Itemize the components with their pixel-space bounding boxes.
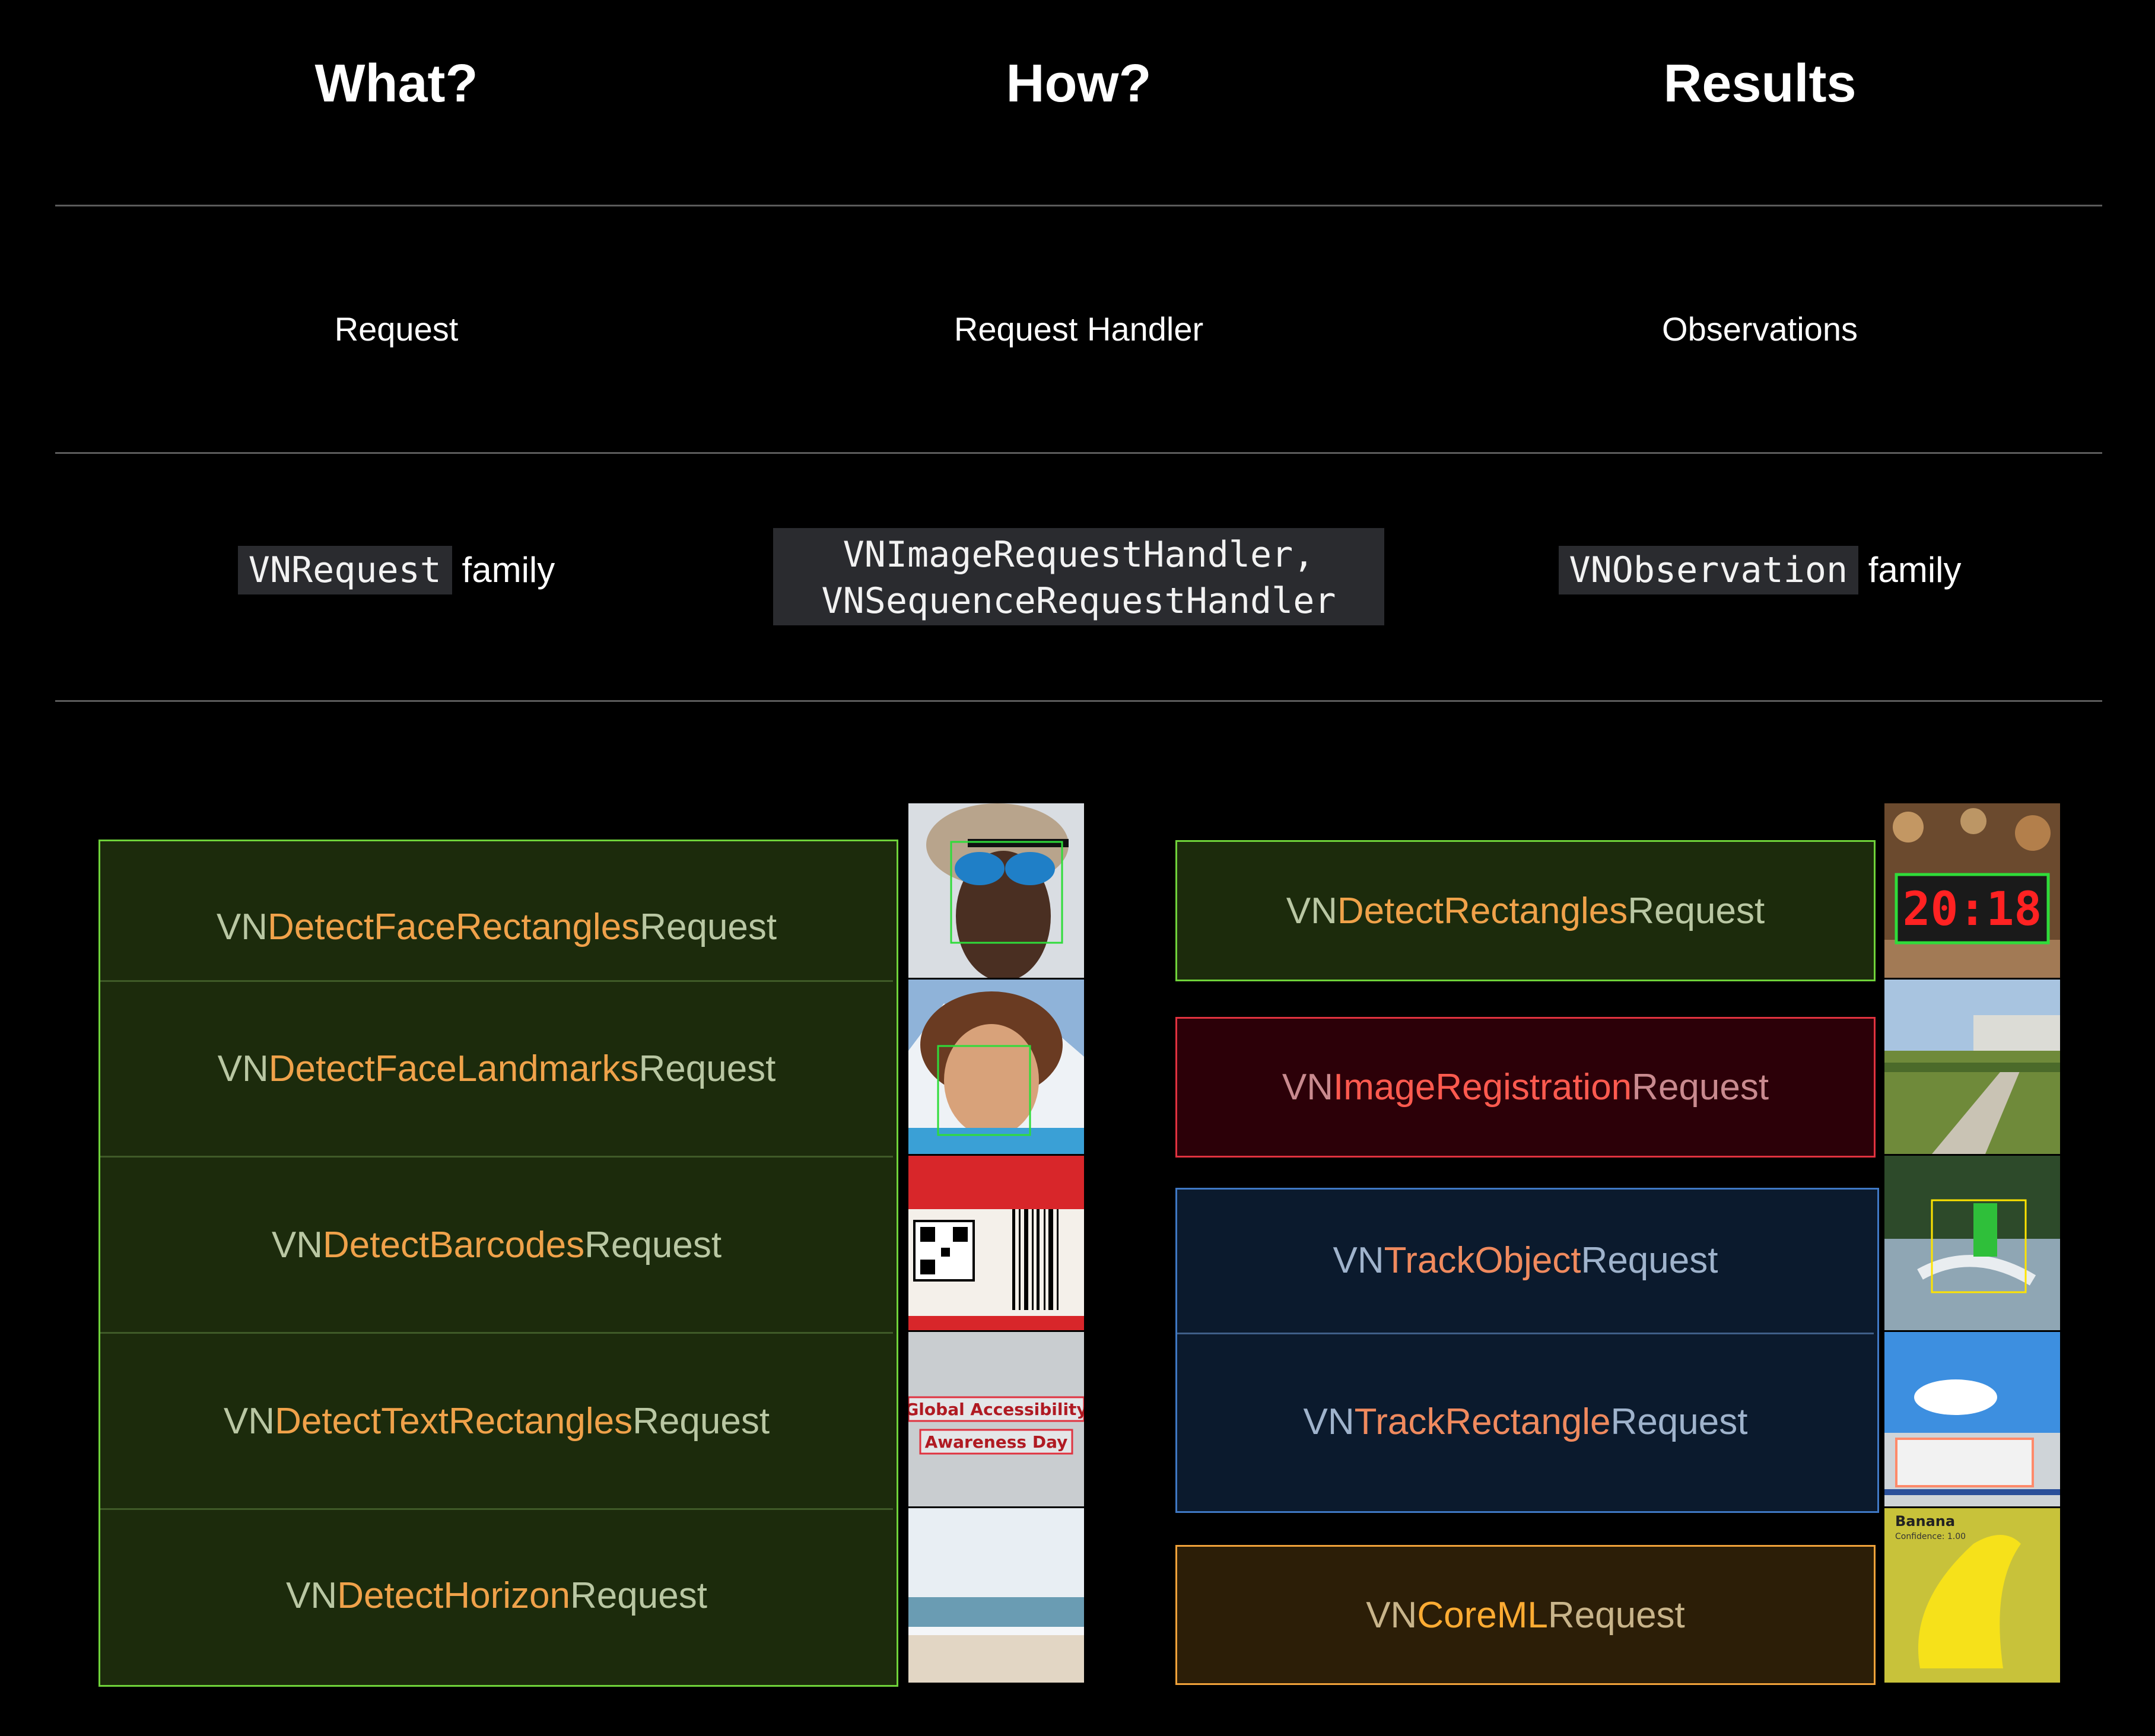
column-header-results: Results bbox=[1663, 54, 1857, 113]
coreml-banana-thumbnail: Banana Confidence: 1.00 bbox=[1884, 1508, 2060, 1683]
family-label: family bbox=[1868, 550, 1962, 590]
horizon-thumbnail bbox=[908, 1508, 1084, 1683]
text-rectangles-thumbnail: Global Accessibility Awareness Day bbox=[908, 1332, 1084, 1506]
request-box-detect-text-rectangles: VN DetectTextRectangles Request bbox=[100, 1332, 893, 1508]
request-box-track-object: VN TrackObject Request bbox=[1333, 1239, 1718, 1281]
vnrequest-code: VNRequest bbox=[237, 546, 452, 594]
track-object-thumbnail bbox=[1884, 1156, 2060, 1330]
request-box-detect-rectangles: VN DetectRectangles Request bbox=[1175, 840, 1876, 981]
track-rectangle-thumbnail bbox=[1884, 1332, 2060, 1506]
request-box-detect-barcodes: VN DetectBarcodes Request bbox=[100, 1156, 893, 1332]
banana-confidence: Confidence: 1.00 bbox=[1895, 1532, 1966, 1541]
request-label: Request bbox=[334, 310, 459, 348]
divider bbox=[55, 700, 2102, 702]
barcode-thumbnail bbox=[908, 1156, 1084, 1330]
request-box-detect-face-landmarks: VN DetectFaceLandmarks Request bbox=[100, 980, 893, 1156]
request-box-detect-horizon: VN DetectHorizon Request bbox=[100, 1508, 893, 1681]
column-header-how: How? bbox=[1006, 54, 1152, 113]
text-line-2: Awareness Day bbox=[925, 1432, 1068, 1452]
clock-digits: 20:18 bbox=[1903, 883, 2042, 936]
request-handlers-code: VNImageRequestHandler, VNSequenceRequest… bbox=[773, 528, 1384, 625]
vnobservation-family: VNObservation family bbox=[1493, 546, 2027, 594]
observations-label: Observations bbox=[1662, 310, 1858, 348]
divider bbox=[55, 205, 2102, 206]
request-box-track-rectangle: VN TrackRectangle Request bbox=[1303, 1401, 1748, 1442]
text-line-1: Global Accessibility bbox=[908, 1400, 1084, 1419]
image-request-handler-code: VNImageRequestHandler, bbox=[843, 534, 1315, 576]
vnobservation-code: VNObservation bbox=[1558, 546, 1859, 594]
rectangle-clock-thumbnail: 20:18 bbox=[1884, 803, 2060, 978]
registration-thumbnail bbox=[1884, 980, 2060, 1154]
banana-label: Banana bbox=[1895, 1513, 1955, 1530]
vnrequest-family: VNRequest family bbox=[129, 546, 663, 594]
sequence-request-handler-code: VNSequenceRequestHandler bbox=[821, 580, 1336, 622]
face-landmarks-thumbnail bbox=[908, 980, 1084, 1154]
request-handler-label: Request Handler bbox=[953, 310, 1204, 348]
family-label: family bbox=[462, 550, 555, 590]
request-box-coreml: VN CoreML Request bbox=[1175, 1545, 1876, 1685]
divider bbox=[55, 452, 2102, 454]
face-detection-thumbnail bbox=[908, 803, 1084, 978]
request-box-image-registration: VN ImageRegistration Request bbox=[1175, 1017, 1876, 1158]
column-header-what: What? bbox=[314, 54, 478, 113]
